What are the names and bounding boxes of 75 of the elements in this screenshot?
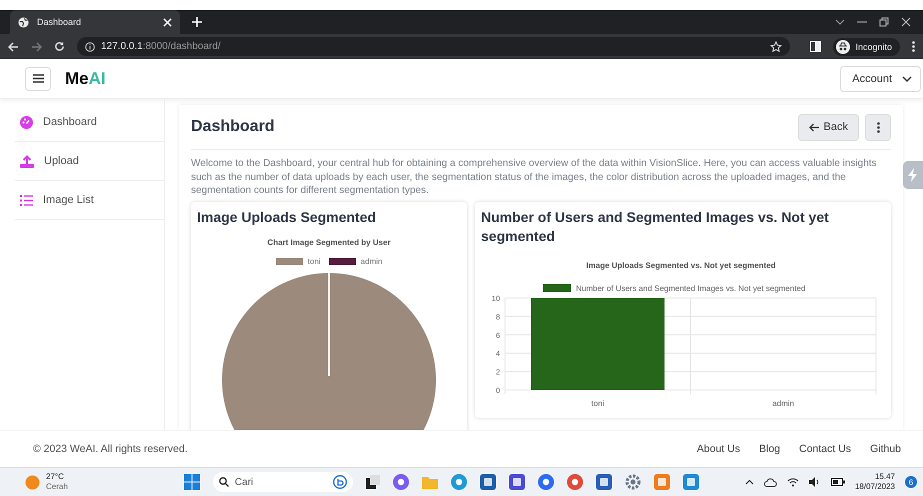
weather-text: Cerah [46,482,68,492]
clock-date[interactable]: 18/07/2023 [854,482,895,492]
gauge-icon [20,116,33,128]
card-title: Image Uploads Segmented [197,208,377,226]
axis-category-label: admin [772,398,794,408]
tab-title: Dashboard [37,17,82,27]
clock-time[interactable]: 15.47 [874,472,895,482]
footer-link[interactable]: Contact Us [799,443,852,455]
incognito-badge[interactable]: Incognito [833,38,900,56]
task-view-icon[interactable] [366,475,380,489]
legend-label: Number of Users and Segmented Images vs. Not yet segmented [576,284,806,292]
incognito-icon [836,40,850,54]
app-icon[interactable] [480,474,496,490]
forward-arrow-icon[interactable] [31,42,42,52]
battery-icon[interactable] [830,478,845,486]
app-icon[interactable] [508,474,525,490]
search-field[interactable]: Cari [212,472,353,492]
app-icon[interactable] [538,474,554,490]
menu-icon [32,74,44,83]
search-icon [218,477,229,487]
chevron-down-icon [902,76,912,82]
lightning-icon [907,168,919,182]
intro-paragraph: Welcome to the Dashboard, your central hub for obtaining a comprehensive overview of the data within VisionSlice. Here, you can access valuable insights such as the number of data uploads by each user, the segmentation status of the images, the color distribution across the uploaded images, and the segmentation counts for different segmentation types. [191,157,878,198]
cloud-icon[interactable] [764,478,777,486]
page-title: Dashboard [191,118,275,136]
card-title: Number of Users and Segmented Images vs. Not yet segmented [481,208,830,246]
app-icon[interactable] [450,474,467,490]
side-panel-icon[interactable] [810,41,822,52]
temperature-text: 27°C [46,472,65,482]
new-tab-icon[interactable] [192,17,202,27]
app-icon[interactable] [392,474,409,490]
sun-icon [25,474,40,490]
chevron-down-icon[interactable] [835,19,845,25]
wifi-icon[interactable] [786,477,799,487]
globe-icon [18,16,29,28]
app-icon[interactable] [682,474,699,490]
more-vertical-icon [876,122,880,132]
sidebar-item[interactable]: Upload [15,142,164,181]
brand-logo[interactable]: MeAI [65,68,106,88]
upload-icon [20,154,34,168]
left-arrow-icon [808,122,819,132]
sidebar-item[interactable]: Dashboard [15,103,164,142]
footer-link[interactable]: Github [870,443,901,455]
url-text: 127.0.0.1:8000/dashboard/ [101,41,221,52]
close-icon[interactable] [901,17,911,27]
star-icon[interactable] [770,40,782,52]
speaker-icon[interactable] [808,477,821,487]
chart-title: Image Uploads Segmented vs. Not yet segmented [586,260,776,270]
app-icon[interactable] [596,474,612,490]
axis-category-label: toni [591,398,604,408]
more-vertical-icon[interactable] [912,41,915,52]
copyright-text: © 2023 WeAI. All rights reserved. [33,443,188,455]
chart-title: Chart Image Segmented by User [267,238,391,246]
notification-badge[interactable]: 6 [905,476,917,488]
footer-link[interactable]: About Us [696,443,740,455]
app-icon[interactable] [566,474,583,490]
gear-icon[interactable] [624,474,641,490]
menu-button[interactable] [25,66,51,90]
address-bar[interactable]: 127.0.0.1:8000/dashboard/ [77,37,790,56]
info-icon [85,42,95,52]
legend-label: admin [360,256,382,266]
footer-link[interactable]: Blog [759,443,780,455]
reload-icon[interactable] [54,41,65,52]
minimize-icon[interactable] [857,21,867,23]
list-icon [20,194,33,206]
restore-icon[interactable] [879,17,889,27]
sidebar-item[interactable]: Image List [15,181,164,220]
back-arrow-icon[interactable] [8,42,19,52]
more-button[interactable] [865,114,891,140]
windows-logo-icon[interactable] [184,474,200,490]
chevron-up-icon[interactable] [744,479,754,485]
browser-tab[interactable]: Dashboard [10,10,180,34]
account-dropdown[interactable]: Account [840,66,921,92]
back-button[interactable]: Back [798,114,859,140]
legend-label: toni [308,256,321,266]
